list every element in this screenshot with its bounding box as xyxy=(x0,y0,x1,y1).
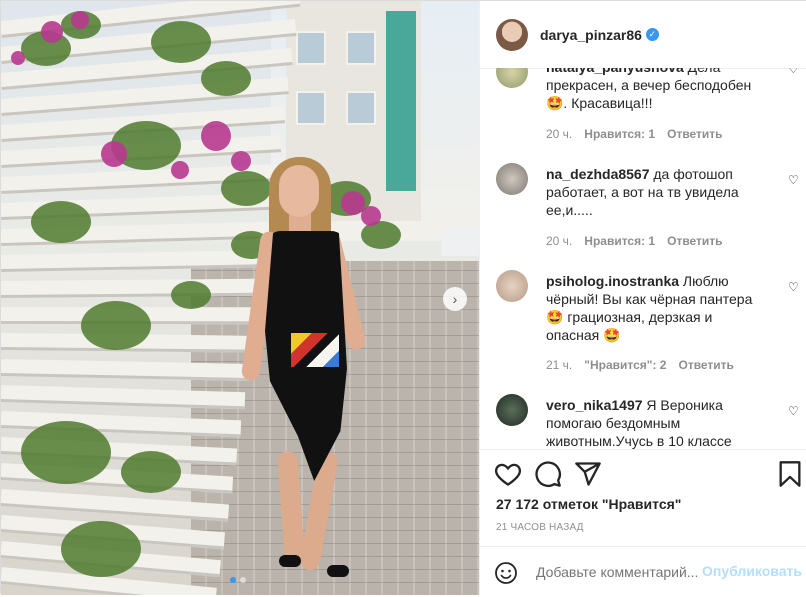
bougainvillea-flower xyxy=(41,21,63,43)
post-photo[interactable]: › xyxy=(1,1,479,595)
avatar[interactable] xyxy=(496,18,528,51)
comment-time[interactable]: 20 ч. xyxy=(546,234,572,248)
post-actions: 27 172 отметок "Нравится" 21 ЧАСОВ НАЗАД… xyxy=(480,449,806,596)
parked-car xyxy=(441,226,479,256)
carousel-indicator xyxy=(230,577,246,583)
comment-reply-button[interactable]: Ответить xyxy=(678,358,733,372)
comment-like-icon[interactable]: ♡ xyxy=(788,280,802,294)
instagram-post: › darya_pinzar86 ✓ natalya_panyushova Де… xyxy=(0,0,806,595)
carousel-dot-1 xyxy=(230,577,236,583)
comment-username[interactable]: na_dezhda8567 xyxy=(546,166,650,182)
foliage xyxy=(201,61,251,96)
emoji-icon[interactable] xyxy=(494,561,518,585)
comment-meta: 20 ч. Нравится: 1 Ответить xyxy=(546,127,723,141)
comment-like-icon[interactable]: ♡ xyxy=(788,404,802,418)
foliage xyxy=(121,451,181,493)
publish-button[interactable]: Опубликовать xyxy=(702,563,802,579)
foliage xyxy=(171,281,211,309)
bougainvillea-flower xyxy=(71,11,89,29)
comment-avatar[interactable] xyxy=(496,68,528,88)
fence-slat xyxy=(1,278,262,298)
bougainvillea-flower xyxy=(171,161,189,179)
post-side-panel: darya_pinzar86 ✓ natalya_panyushova Дела… xyxy=(479,1,806,595)
foliage xyxy=(31,201,91,243)
comment-avatar[interactable] xyxy=(496,394,528,426)
comment-username[interactable]: natalya_panyushova xyxy=(546,68,684,75)
foliage xyxy=(81,301,151,350)
comment-likes[interactable]: "Нравится": 2 xyxy=(584,358,666,372)
fence-slat xyxy=(1,385,246,410)
bougainvillea-flower xyxy=(101,141,127,167)
comment-reply-button[interactable]: Ответить xyxy=(667,234,722,248)
clutch-bag xyxy=(289,331,341,369)
username-link[interactable]: darya_pinzar86 xyxy=(540,27,642,43)
comment-time[interactable]: 20 ч. xyxy=(546,127,572,141)
bookmark-icon[interactable] xyxy=(776,460,804,488)
comment-icon[interactable] xyxy=(534,460,562,488)
heart-icon[interactable] xyxy=(494,460,522,488)
comment-like-icon[interactable]: ♡ xyxy=(788,68,802,76)
comment-input[interactable] xyxy=(534,563,706,581)
foliage xyxy=(151,21,211,63)
comment-reply-button[interactable]: Ответить xyxy=(667,127,722,141)
comment-like-icon[interactable]: ♡ xyxy=(788,173,802,187)
foliage xyxy=(61,521,141,577)
comment-username[interactable]: psiholog.inostranka xyxy=(546,273,679,289)
next-photo-button[interactable]: › xyxy=(443,287,467,311)
comment-meta: 20 ч. Нравится: 1 Ответить xyxy=(546,234,723,248)
fence-slat xyxy=(1,489,230,522)
woman-figure xyxy=(240,151,371,591)
add-comment-bar: Опубликовать xyxy=(480,546,806,597)
comment-time[interactable]: 21 ч. xyxy=(546,358,572,372)
comment-meta: 21 ч. "Нравится": 2 Ответить xyxy=(546,358,734,372)
post-time[interactable]: 21 ЧАСОВ НАЗАД xyxy=(496,522,584,533)
comment-avatar[interactable] xyxy=(496,163,528,195)
carousel-dot-2 xyxy=(240,577,246,583)
verified-check-icon: ✓ xyxy=(645,28,659,41)
share-icon[interactable] xyxy=(574,460,602,488)
comment-likes[interactable]: Нравится: 1 xyxy=(584,127,655,141)
comment-likes[interactable]: Нравится: 1 xyxy=(584,234,655,248)
likes-count[interactable]: 27 172 отметок "Нравится" xyxy=(496,496,681,512)
foliage xyxy=(21,421,111,484)
comment-avatar[interactable] xyxy=(496,270,528,302)
bougainvillea-flower xyxy=(201,121,231,151)
fence-slat xyxy=(1,359,250,381)
post-header: darya_pinzar86 ✓ xyxy=(480,1,806,69)
comment-username[interactable]: vero_nika1497 xyxy=(546,397,643,413)
fence-slat xyxy=(1,250,266,272)
comments-list[interactable]: natalya_panyushova Дела прекрасен, а веч… xyxy=(480,68,806,449)
bougainvillea-flower xyxy=(11,51,25,65)
